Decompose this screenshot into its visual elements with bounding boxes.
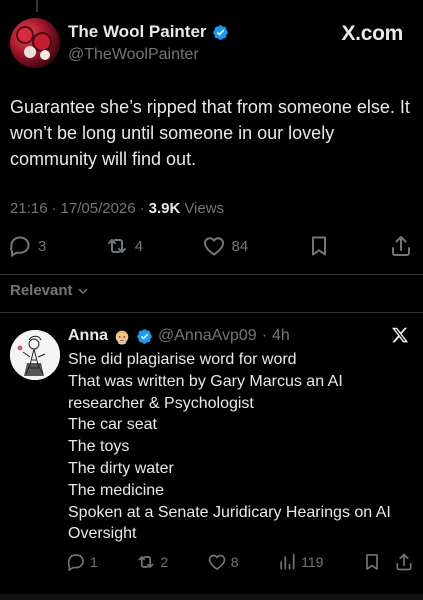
reply-sort-dropdown[interactable]: Relevant bbox=[10, 282, 89, 299]
sketch-figure-avatar-image bbox=[10, 330, 60, 380]
author-name-row: The Wool Painter bbox=[68, 22, 229, 42]
heart-icon bbox=[208, 554, 226, 570]
reply-repost-count: 2 bbox=[160, 554, 169, 570]
tweet-time[interactable]: 21:16 bbox=[10, 200, 48, 217]
reply-text-line: She did plagiarise word for word bbox=[68, 351, 297, 368]
views-count: 3.9K bbox=[148, 200, 181, 217]
reply-author-avatar[interactable] bbox=[10, 330, 60, 380]
share-button[interactable] bbox=[389, 234, 413, 258]
tweet-text: Guarantee she’s ripped that from someone… bbox=[10, 97, 410, 169]
reply-header: Anna @AnnaAvp09 · 4h bbox=[68, 327, 290, 345]
reply-author-name[interactable]: Anna bbox=[68, 327, 108, 345]
views-bar-icon bbox=[280, 553, 295, 570]
baby-emoji-icon bbox=[115, 330, 129, 345]
repost-icon bbox=[138, 556, 154, 568]
reply-actions-bar: 1 2 8 119 bbox=[66, 551, 414, 573]
reply-text-line: The medicine bbox=[68, 481, 165, 499]
reply-age[interactable]: 4h bbox=[272, 327, 290, 345]
reply-reply-count: 1 bbox=[90, 554, 98, 570]
reply-button[interactable]: 3 bbox=[8, 234, 46, 258]
views-label: Views bbox=[184, 200, 225, 217]
x-logo-icon bbox=[391, 327, 409, 343]
reply-text-line: researcher & Psychologist bbox=[68, 394, 254, 412]
section-divider bbox=[0, 312, 423, 313]
author-avatar[interactable] bbox=[10, 18, 60, 68]
section-divider bbox=[0, 274, 423, 275]
reply-like-button[interactable]: 8 bbox=[207, 552, 239, 572]
main-tweet-header: The Wool Painter @TheWoolPainter X.com bbox=[10, 14, 411, 74]
reply-text-line: The dirty water bbox=[68, 459, 174, 477]
reply-right-actions bbox=[362, 552, 414, 572]
tweet-meta: 21:16 · 17/05/2026 · 3.9K Views bbox=[10, 200, 224, 217]
repost-button[interactable]: 4 bbox=[105, 234, 143, 258]
meta-separator: · bbox=[261, 327, 268, 344]
verified-badge-icon bbox=[212, 24, 228, 40]
meta-separator: · bbox=[139, 200, 145, 217]
reply-text-line: The toys bbox=[68, 438, 130, 456]
share-icon bbox=[396, 553, 412, 571]
like-button[interactable]: 84 bbox=[202, 234, 249, 258]
tweet-actions-bar: 3 4 84 bbox=[8, 232, 413, 260]
reply-icon bbox=[67, 554, 84, 572]
reply-views-count: 119 bbox=[301, 554, 324, 570]
chevron-down-icon bbox=[78, 288, 87, 294]
reply-bookmark-button[interactable] bbox=[362, 552, 382, 572]
reply-like-count: 8 bbox=[230, 554, 239, 570]
reply-reply-button[interactable]: 1 bbox=[66, 552, 98, 572]
reply-share-button[interactable] bbox=[394, 552, 414, 572]
reply-repost-button[interactable]: 2 bbox=[136, 552, 168, 572]
like-count: 84 bbox=[231, 237, 249, 255]
bookmark-icon bbox=[366, 554, 378, 570]
reply-views-button[interactable]: 119 bbox=[277, 552, 323, 572]
share-icon bbox=[392, 236, 410, 256]
reply-text-line: Oversight bbox=[68, 525, 137, 543]
author-name[interactable]: The Wool Painter bbox=[68, 22, 207, 42]
reply-text: She did plagiarise word for word That wa… bbox=[68, 349, 413, 545]
reply-icon bbox=[10, 236, 30, 258]
tweet-date[interactable]: 17/05/2026 bbox=[61, 200, 136, 217]
brand-watermark: X.com bbox=[341, 22, 403, 45]
next-item-edge bbox=[0, 594, 423, 600]
reply-text-line: That was written by Gary Marcus an AI bbox=[68, 372, 343, 390]
reply-text-line: Spoken at a Senate Juridicary Hearings o… bbox=[68, 503, 391, 521]
heart-icon bbox=[203, 237, 224, 256]
verified-badge-icon bbox=[137, 328, 152, 344]
reply-author-handle[interactable]: @AnnaAvp09 bbox=[158, 327, 257, 345]
reply-text-line: The car seat bbox=[68, 416, 157, 434]
thread-connector-line bbox=[36, 0, 38, 12]
bookmark-icon bbox=[311, 236, 326, 256]
reply-count: 3 bbox=[38, 237, 47, 255]
repost-count: 4 bbox=[134, 237, 144, 255]
sort-label: Relevant bbox=[10, 282, 73, 299]
repost-icon bbox=[107, 239, 126, 253]
meta-separator: · bbox=[51, 200, 57, 217]
bookmark-button[interactable] bbox=[307, 234, 331, 258]
author-handle[interactable]: @TheWoolPainter bbox=[68, 46, 199, 64]
